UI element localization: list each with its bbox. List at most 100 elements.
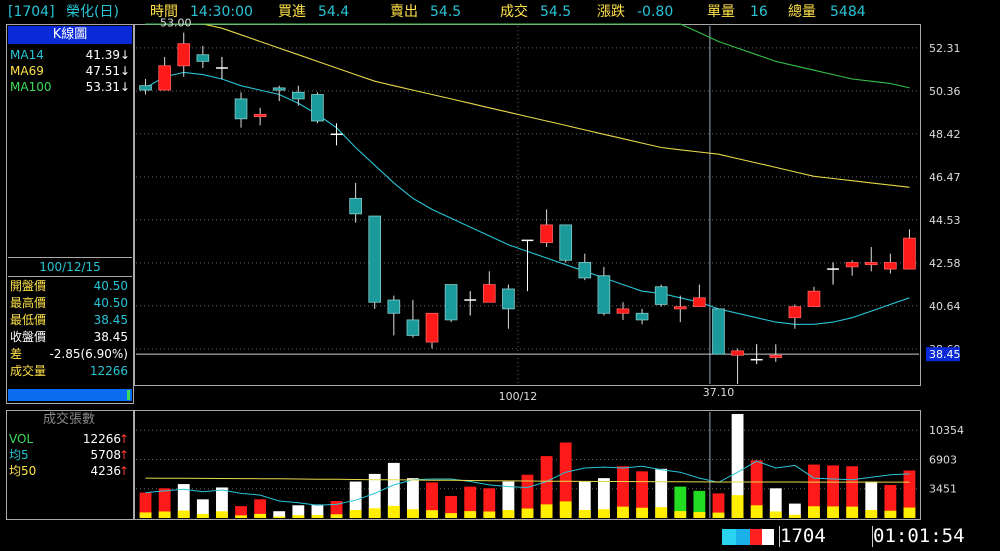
candle-body [845,262,859,268]
volume-bar-base [158,511,171,518]
volume-bar-base [368,508,381,518]
volume-bar-base [846,506,859,518]
volume-bar-base [865,509,878,518]
volume-bar-base [827,506,839,518]
candle-body [597,275,611,314]
volume-bar-base [674,511,687,518]
volume-bar-base [884,510,897,518]
volume-bar-base [750,505,763,518]
candle-body [788,306,802,319]
candle-body [903,237,916,270]
y-tick-label: 46.47 [929,171,961,184]
high-annotation: 53.00 [160,17,192,30]
candle-body [769,354,783,358]
candle-body [673,306,687,310]
volume-y-tick-label: 10354 [929,424,964,437]
status-bar [0,522,1000,551]
y-tick-label: 44.53 [929,214,961,227]
candlesticks [139,32,916,384]
volume-bar-base [196,513,209,518]
candle-body [559,224,573,261]
volume-bar-base [387,505,400,518]
volume-bar-base [559,501,572,518]
y-tick-label: 40.64 [929,300,961,313]
candle-body [292,91,305,100]
candle-body [502,288,515,310]
candle-body [635,312,649,321]
volume-bar-base [464,511,477,518]
candle-body [616,308,630,314]
candle-body [311,94,324,122]
volume-bar-base [731,495,744,518]
candle-body [349,197,362,215]
bottom-stock-code[interactable]: 1704 [780,525,826,547]
chart-canvas[interactable]: 52.3150.3648.4246.4744.5342.5840.6438.69… [0,0,1000,551]
y-tick-label: 50.36 [929,85,961,98]
volume-bar-base [540,504,553,518]
volume-bar-base [349,509,362,518]
current-price-tag: 38.45 [929,348,961,361]
volume-bar-base [426,510,438,518]
candle-body [731,350,744,356]
color-swatches[interactable] [722,529,774,545]
candle-body [387,299,401,314]
volume-bar-base [521,508,534,518]
candle-body [444,284,458,321]
candle-body [693,297,706,308]
candle-body [712,308,725,355]
volume-bar-base [445,513,458,518]
candle-body [654,286,668,305]
ma-line-ma100 [145,23,910,89]
volume-bar-base [712,512,725,518]
volume-bar-base [216,511,228,518]
volume-bar-base [139,512,152,518]
volume-y-tick-label: 6903 [929,453,957,466]
candle-body [540,224,553,243]
ma-line-ma69 [145,23,910,188]
y-tick-label: 52.31 [929,42,961,55]
volume-bar-base [578,509,591,518]
candle-body [234,98,248,120]
volume-bar-base [597,509,610,518]
y-tick-label: 48.42 [929,128,961,141]
y-tick-label: 42.58 [929,257,961,270]
volume-bar-base [617,506,629,518]
main-gridlines: 52.3150.3648.4246.4744.5342.5840.6438.69… [136,26,961,403]
candle-body [482,284,496,303]
volume-bar-base [483,511,496,518]
candle-body [272,87,286,91]
candle-body [158,65,171,91]
volume-bar-base [769,511,782,518]
volume-bar-base [254,513,267,518]
candle-body [368,215,382,303]
candle-body [139,85,152,91]
volume-bar-base [693,512,706,518]
volume-bar-base [273,516,286,518]
candle-body [177,43,191,67]
volume-bar-base [330,514,343,518]
candle-body [578,262,592,279]
volume-bar-base [406,509,419,518]
volume-bar-base [177,510,190,518]
volume-bar-base [292,515,305,518]
candle-body [406,319,420,336]
volume-bar-base [502,509,515,518]
bottom-clock: 01:01:54 [873,525,965,547]
volume-bar-base [311,515,324,518]
volume-bar-base [903,507,916,518]
candle-body [807,290,821,308]
volume-y-tick-label: 3451 [929,483,957,496]
candle-body [884,262,897,270]
candle-body [253,113,267,118]
low-annotation: 37.10 [703,386,735,399]
volume-bars [139,413,916,518]
volume-bar-base [655,507,668,518]
volume-bar-base [788,514,801,518]
volume-bar-base [808,506,820,518]
candle-body [864,262,878,266]
candle-body [425,312,439,343]
candle-body [196,54,210,62]
main-annotations: 53.00 37.10 38.45 [160,17,961,399]
x-tick-label: 100/12 [499,390,538,403]
volume-bar-base [235,515,247,518]
